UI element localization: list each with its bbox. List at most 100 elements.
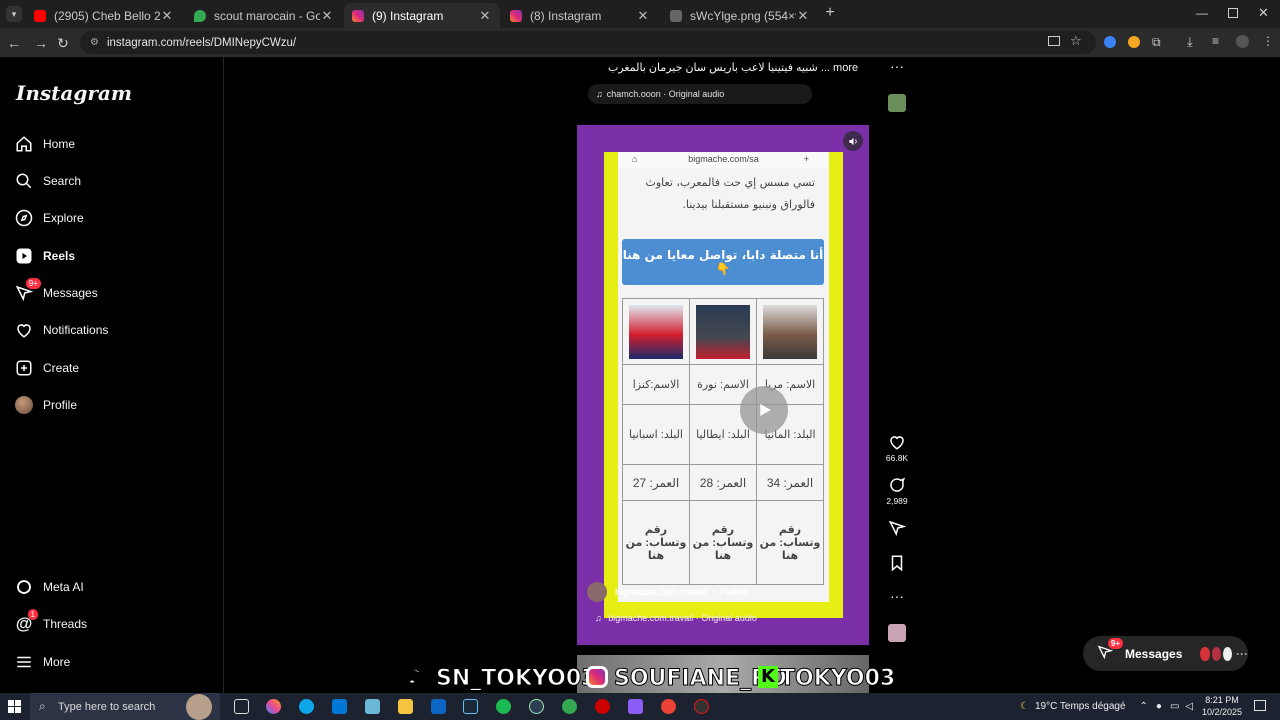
browser-tab-maps[interactable]: scout marocain - Google Maps ✕: [186, 3, 342, 28]
avatar: [1200, 646, 1210, 661]
volume-icon[interactable]: ◁: [1185, 701, 1193, 712]
nav-create[interactable]: Create: [14, 350, 210, 386]
chrome-icon[interactable]: [661, 699, 676, 714]
forward-button[interactable]: →: [33, 35, 49, 51]
reel-caption[interactable]: شبيه فيتينيا لاعب باريس سان جيرمان بالمغ…: [608, 61, 858, 74]
notification-badge: 9+: [25, 278, 41, 289]
windows-taskbar: ⌕ Type here to search ☾ 19°C Temps dégag…: [0, 693, 1280, 720]
close-icon[interactable]: ✕: [478, 8, 492, 24]
nav-search[interactable]: Search: [14, 163, 210, 199]
nav-home[interactable]: Home: [14, 126, 210, 162]
phone-url: bigmache.com/sa: [688, 154, 759, 164]
extensions-puzzle-icon[interactable]: ⧉: [1152, 35, 1161, 50]
nav-label: Explore: [43, 211, 84, 225]
app-icon[interactable]: [365, 699, 380, 714]
app-icon[interactable]: [694, 699, 709, 714]
download-icon[interactable]: ⤓: [1187, 34, 1193, 50]
search-placeholder: Type here to search: [58, 700, 156, 713]
music-note-icon: ♫: [595, 613, 602, 623]
instagram-logo[interactable]: Instagram: [16, 81, 132, 105]
profile-avatar[interactable]: [1236, 35, 1249, 48]
weather-text[interactable]: 19°C Temps dégagé: [1035, 701, 1126, 712]
edge-icon[interactable]: [299, 699, 314, 714]
close-icon[interactable]: ✕: [796, 8, 810, 24]
steam-icon[interactable]: [463, 699, 478, 714]
arabic-paragraph: تسي مسس إي حت فالمعرب، تعاوث فالوراق ونب…: [625, 172, 815, 216]
search-highlight-image: [186, 694, 212, 720]
nav-label: Create: [43, 361, 80, 375]
site-info-icon[interactable]: ⚙: [90, 37, 99, 48]
nav-messages[interactable]: 9+ Messages: [14, 275, 210, 311]
close-icon[interactable]: ✕: [160, 8, 174, 24]
save-button[interactable]: [884, 554, 910, 574]
clock-time: 8:21 PM: [1205, 695, 1239, 705]
media-controls-icon[interactable]: ≡: [1212, 34, 1219, 48]
follow-button[interactable]: Follow: [720, 587, 749, 597]
audio-thumbnail[interactable]: [888, 624, 906, 642]
maximize-button[interactable]: [1228, 8, 1238, 18]
author-username[interactable]: bigmache.com.travail: [615, 587, 707, 597]
author-avatar[interactable]: [587, 582, 607, 602]
spotify-icon[interactable]: [496, 699, 511, 714]
nav-reels[interactable]: Reels: [14, 238, 210, 274]
microphone-icon[interactable]: ●: [1156, 701, 1162, 712]
reel-video[interactable]: ⌂ bigmache.com/sa + تسي مسس إي حت فالمعر…: [577, 125, 869, 645]
plus-icon: +: [803, 154, 809, 164]
nav-threads[interactable]: @ 1 Threads: [14, 606, 210, 642]
close-icon[interactable]: ✕: [320, 8, 334, 24]
share-button[interactable]: [884, 519, 910, 539]
table-cell: [689, 298, 757, 365]
audio-pill[interactable]: ♫ chamch.ooon · Original audio: [588, 84, 812, 104]
browser-tab-instagram[interactable]: (8) Instagram ✕: [502, 3, 658, 28]
more-options-icon[interactable]: ···: [890, 58, 904, 74]
like-button[interactable]: 66.8K: [884, 433, 910, 463]
close-icon[interactable]: ✕: [636, 8, 650, 24]
nav-label: Notifications: [43, 323, 109, 337]
extension-icon[interactable]: [1128, 36, 1140, 48]
minimize-button[interactable]: —: [1196, 6, 1208, 20]
file-explorer-icon[interactable]: [398, 699, 413, 714]
app-icon[interactable]: [595, 699, 610, 714]
taskbar-clock[interactable]: 8:21 PM 10/2/2025: [1200, 694, 1244, 718]
nav-meta-ai[interactable]: Meta AI: [14, 569, 210, 605]
windows-start-icon[interactable]: [8, 700, 21, 713]
copilot-icon[interactable]: [266, 699, 281, 714]
browser-tab-youtube[interactable]: (2905) Cheb Bello 2025 | Galbi ✕: [26, 3, 182, 28]
reload-button[interactable]: ↻: [55, 35, 71, 51]
tab-search-icon[interactable]: ▾: [6, 6, 22, 22]
menu-icon[interactable]: ⋮: [1262, 34, 1274, 48]
more-options-icon[interactable]: ···: [884, 588, 910, 604]
store-icon[interactable]: [332, 699, 347, 714]
taskbar-search[interactable]: ⌕ Type here to search: [30, 693, 220, 720]
table-cell: العمر: 34: [756, 464, 824, 501]
nav-explore[interactable]: Explore: [14, 200, 210, 236]
reel-author[interactable]: bigmache.com.travail • Follow: [587, 581, 749, 603]
browser-tab-image[interactable]: sWcYlge.png (554×986) ✕: [662, 3, 818, 28]
volume-icon[interactable]: [843, 131, 863, 151]
bookmark-star-icon[interactable]: ☆: [1070, 33, 1082, 49]
nav-notifications[interactable]: Notifications: [14, 312, 210, 348]
nav-more[interactable]: More: [14, 644, 210, 680]
back-button[interactable]: ←: [6, 35, 22, 51]
play-icon[interactable]: [740, 386, 788, 434]
browser-tab-instagram-active[interactable]: (9) Instagram ✕: [344, 3, 500, 28]
install-app-icon[interactable]: [1048, 36, 1060, 46]
app-icon[interactable]: [628, 699, 643, 714]
extension-icon[interactable]: [1104, 36, 1116, 48]
task-view-icon[interactable]: [234, 699, 249, 714]
address-bar[interactable]: ⚙ instagram.com/reels/DMINepyCWzu/: [80, 31, 1096, 54]
chevron-up-icon[interactable]: ⌃: [1140, 701, 1148, 712]
new-tab-button[interactable]: +: [822, 5, 838, 21]
chrome-icon[interactable]: [562, 699, 577, 714]
comment-icon: [890, 477, 906, 492]
app-icon[interactable]: [529, 699, 544, 714]
comment-button[interactable]: 2,989: [884, 476, 910, 506]
close-window-button[interactable]: ✕: [1258, 5, 1269, 21]
prev-reel-thumbnail[interactable]: [888, 94, 906, 112]
audio-pill[interactable]: ♫ bigmache.com.travail · Original audio: [595, 613, 757, 623]
messages-pill[interactable]: 9+ Messages ···: [1083, 636, 1248, 671]
outlook-icon[interactable]: [431, 699, 446, 714]
nav-profile[interactable]: Profile: [14, 387, 210, 423]
notification-center-icon[interactable]: [1254, 700, 1266, 711]
network-icon[interactable]: ▭: [1170, 701, 1179, 712]
